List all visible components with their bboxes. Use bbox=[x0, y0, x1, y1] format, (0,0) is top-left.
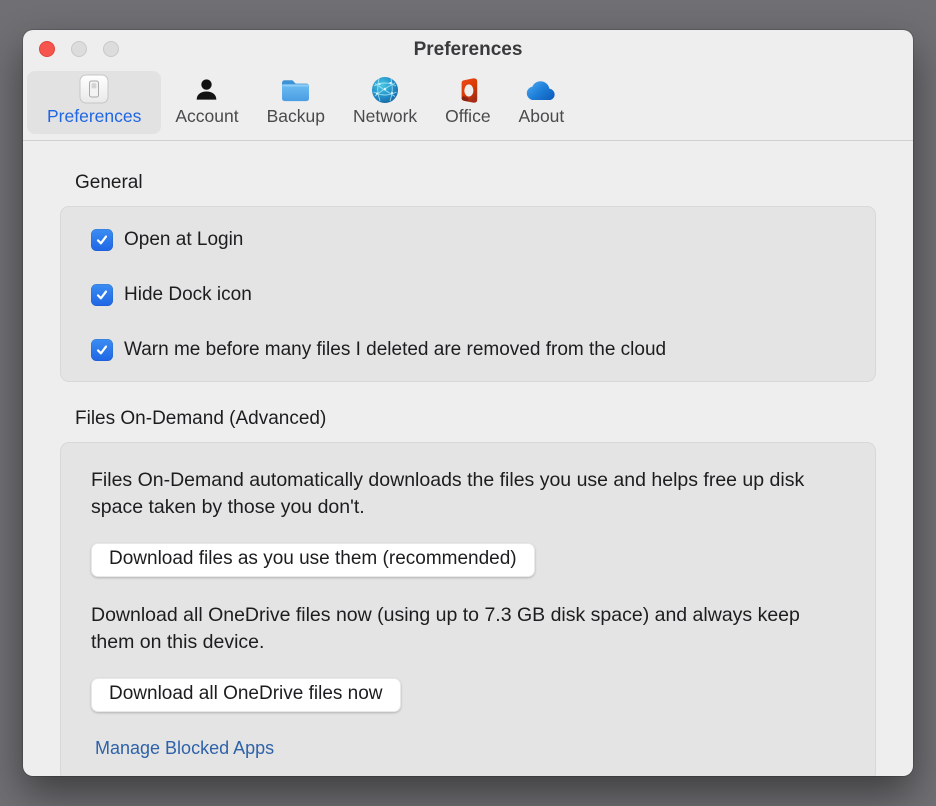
tab-label: Network bbox=[352, 106, 418, 126]
tab-label: About bbox=[518, 106, 565, 126]
tab-office[interactable]: Office bbox=[431, 71, 504, 134]
toolbar: Preferences Account Backup Network Offic… bbox=[23, 68, 913, 140]
office-logo-icon bbox=[454, 77, 481, 104]
checkbox-label: Warn me before many files I deleted are … bbox=[124, 339, 667, 360]
download-all-button[interactable]: Download all OneDrive files now bbox=[91, 678, 401, 712]
checkmark-icon bbox=[96, 235, 108, 245]
onedrive-cloud-icon bbox=[525, 77, 558, 104]
warn-before-delete-row: Warn me before many files I deleted are … bbox=[91, 339, 845, 361]
hide-dock-icon-row: Hide Dock icon bbox=[91, 284, 845, 306]
tab-label: Backup bbox=[266, 106, 325, 126]
tab-label: Office bbox=[445, 106, 491, 126]
tab-about[interactable]: About bbox=[505, 71, 579, 134]
hide-dock-icon-checkbox[interactable] bbox=[91, 284, 113, 306]
titlebar: Preferences bbox=[23, 30, 913, 68]
tab-backup[interactable]: Backup bbox=[253, 71, 339, 134]
checkbox-label: Hide Dock icon bbox=[124, 284, 252, 305]
warn-before-delete-checkbox[interactable] bbox=[91, 339, 113, 361]
files-on-demand-heading: Files On-Demand (Advanced) bbox=[75, 408, 327, 429]
folder-icon bbox=[280, 77, 311, 104]
checkmark-icon bbox=[96, 290, 108, 300]
tab-label: Account bbox=[175, 106, 239, 126]
window-title: Preferences bbox=[413, 39, 523, 60]
preferences-window: Preferences Preferences Account Backup N… bbox=[23, 30, 913, 776]
general-group-box: Open at Login Hide Dock icon Warn me bef… bbox=[60, 206, 876, 382]
manage-blocked-apps-link[interactable]: Manage Blocked Apps bbox=[95, 738, 274, 759]
checkmark-icon bbox=[96, 345, 108, 355]
checkbox-label: Open at Login bbox=[124, 229, 244, 250]
person-icon bbox=[193, 77, 220, 104]
download-all-description: Download all OneDrive files now (using u… bbox=[91, 604, 800, 653]
tab-preferences[interactable]: Preferences bbox=[27, 71, 162, 134]
globe-icon bbox=[371, 76, 399, 104]
general-heading: General bbox=[75, 172, 143, 193]
tab-label: Preferences bbox=[47, 106, 142, 126]
files-on-demand-group-box: Files On-Demand automatically downloads … bbox=[60, 442, 876, 776]
content: General Open at Login Hide Dock icon War… bbox=[23, 141, 913, 776]
open-at-login-row: Open at Login bbox=[91, 229, 845, 251]
open-at-login-checkbox[interactable] bbox=[91, 229, 113, 251]
files-on-demand-description: Files On-Demand automatically downloads … bbox=[91, 469, 805, 518]
download-as-used-button[interactable]: Download files as you use them (recommen… bbox=[91, 543, 535, 577]
tab-network[interactable]: Network bbox=[339, 71, 431, 134]
tab-account[interactable]: Account bbox=[161, 71, 252, 134]
light-switch-icon bbox=[79, 74, 109, 104]
